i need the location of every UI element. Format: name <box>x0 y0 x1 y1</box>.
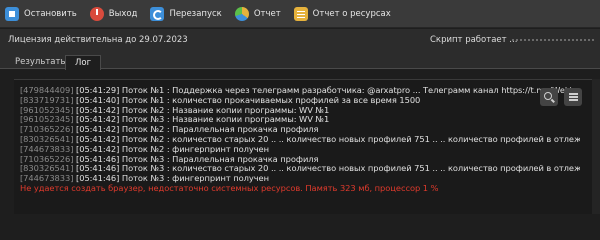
log-line-id: [830326541] <box>20 163 74 174</box>
search-icon <box>544 92 552 100</box>
log-menu-button[interactable] <box>564 88 582 106</box>
report-button-label: Отчет <box>253 8 281 19</box>
log-line-id: [710365226] <box>20 153 74 164</box>
report-button[interactable]: Отчет <box>232 2 287 26</box>
exit-button[interactable]: Выход <box>87 2 144 26</box>
toolbar: Остановить Выход Перезапуск Отчет Отчет … <box>0 0 600 28</box>
resources-report-button[interactable]: Отчет о ресурсах <box>291 2 397 26</box>
log-line-message: Поток №2 : Название копии программы: WV … <box>121 104 330 115</box>
exit-icon <box>89 6 104 21</box>
log-line-id: [961052345] <box>20 104 74 115</box>
log-line-time: [05:41:42] <box>76 143 120 154</box>
script-status-text: Скрипт работает ... <box>430 35 518 45</box>
log-line-time: [05:41:40] <box>76 94 120 105</box>
restart-button-label: Перезапуск <box>169 8 222 19</box>
menu-icon <box>568 96 578 98</box>
log-line-id: [744673833] <box>20 173 74 184</box>
log-scrollbar[interactable] <box>592 79 600 214</box>
log-line-message: Поток №3 : Параллельная прокачка профиля <box>121 153 319 164</box>
log-line-time: [05:41:42] <box>76 104 120 115</box>
log-list: [479844409] [05:41:29] Поток №1 : Поддер… <box>20 86 580 216</box>
restart-icon <box>150 6 165 21</box>
report-icon <box>234 6 249 21</box>
log-line-message: Поток №2 : Параллельная прокачка профиля <box>121 124 319 135</box>
log-line-message: Поток №1 : Поддержка через телеграмм раз… <box>121 86 573 95</box>
tab-log[interactable]: Лог <box>65 55 102 70</box>
stop-button-label: Остановить <box>24 8 77 19</box>
log-error-line: Не удается создать браузер, недостаточно… <box>20 182 439 193</box>
license-text: Лицензия действительна до 29.07.2023 <box>8 35 188 45</box>
log-line-message: Поток №3 : фингерпринт получен <box>121 173 269 184</box>
log-line-message: Поток №1 : количество прокачиваемых проф… <box>121 94 421 105</box>
resources-report-button-label: Отчет о ресурсах <box>312 8 391 19</box>
log-line-time: [05:41:46] <box>76 173 120 184</box>
log-line-time: [05:41:46] <box>76 163 120 174</box>
log-line-id: [744673833] <box>20 143 74 154</box>
log-search-button[interactable] <box>540 88 558 106</box>
log-panel: [479844409] [05:41:29] Поток №1 : Поддер… <box>14 79 600 214</box>
script-progress-indicator <box>512 39 596 41</box>
log-line-time: [05:41:46] <box>76 153 120 164</box>
log-line-message: Поток №3 : Название копии программы: WV … <box>121 114 330 125</box>
log-line-message: Поток №2 : фингерпринт получен <box>121 143 269 154</box>
tab-bar: Результаты Лог <box>0 51 600 70</box>
log-line-id: [961052345] <box>20 114 74 125</box>
status-bar: Лицензия действительна до 29.07.2023 Скр… <box>0 29 600 51</box>
log-line-message: Поток №3 : количество старых 20 .. .. ко… <box>121 163 580 174</box>
log-line-id: [710365226] <box>20 124 74 135</box>
exit-button-label: Выход <box>108 8 138 19</box>
restart-button[interactable]: Перезапуск <box>147 2 227 26</box>
log-line-time: [05:41:29] <box>76 86 120 95</box>
log-line-message: Поток №2 : количество старых 20 .. .. ко… <box>121 133 580 144</box>
log-line-time: [05:41:42] <box>76 114 120 125</box>
resources-icon <box>293 6 308 21</box>
stop-button[interactable]: Остановить <box>2 2 83 26</box>
log-line-id: [479844409] <box>20 86 74 95</box>
log-line-time: [05:41:42] <box>76 124 120 135</box>
stop-icon <box>5 6 19 21</box>
log-line-id: [830326541] <box>20 133 74 144</box>
log-line-time: [05:41:42] <box>76 133 120 144</box>
log-line-id: [833719731] <box>20 94 74 105</box>
